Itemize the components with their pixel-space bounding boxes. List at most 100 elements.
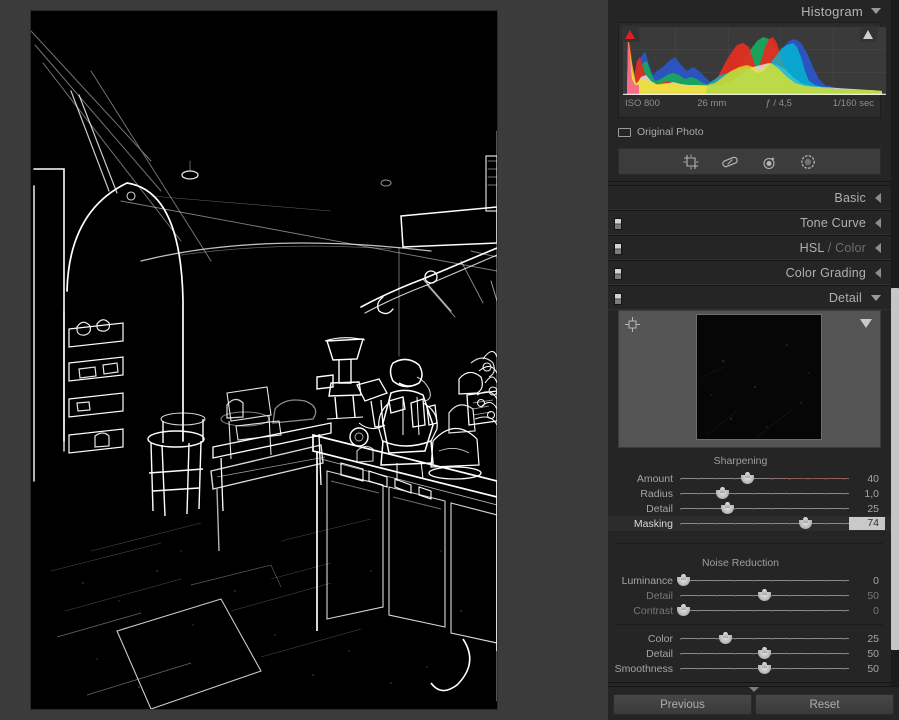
slider-row-nr-smoothness[interactable]: Smoothness 50 [608,661,891,676]
slider-value-color-detail[interactable]: 50 [849,648,885,660]
detail-preview-area[interactable] [618,310,881,448]
slider-track-amount[interactable] [680,471,849,486]
slider-label-color-detail: Detail [646,647,673,660]
detail-thumbnail-render [697,315,821,439]
panel-switch-hsl-color[interactable] [614,243,622,255]
slider-track-radius[interactable] [680,486,849,501]
original-photo-label: Original Photo [637,126,704,138]
slider-row-sharpening-radius[interactable]: Radius 1,0 [608,486,891,501]
slider-knob-luminance[interactable] [676,574,690,587]
slider-row-nr-detail[interactable]: Detail 50 [608,588,891,603]
slider-value-masking[interactable]: 74 [849,517,885,530]
section-header-hsl-color[interactable]: HSL / Color [608,235,891,260]
slider-row-sharpening-masking[interactable]: Masking 74 [608,516,891,531]
slider-knob-nr-contrast[interactable] [676,604,690,617]
slider-row-nr-color-detail[interactable]: Detail 50 [608,646,891,661]
slider-row-nr-contrast[interactable]: Contrast 0 [608,603,891,618]
slider-track-masking[interactable] [680,516,849,531]
slider-label-smoothness: Smoothness [614,662,673,675]
slider-value-radius[interactable]: 1,0 [849,488,885,500]
slider-track-color-detail[interactable] [680,646,849,661]
develop-canvas-area [0,0,608,720]
slider-knob-color-detail[interactable] [758,647,771,660]
slider-track-luminance[interactable] [676,573,849,588]
section-header-basic[interactable]: Basic [608,185,891,210]
develop-tool-strip [618,148,881,175]
slider-value-nr-detail[interactable]: 50 [849,590,885,602]
chevron-left-icon[interactable] [875,267,881,278]
slider-value-color[interactable]: 25 [849,633,885,645]
noise-reduction-title: Noise Reduction [701,557,780,569]
chevron-left-icon[interactable] [875,192,881,203]
slider-label-nr-detail: Detail [646,589,673,602]
section-header-detail[interactable]: Detail [608,285,891,310]
panel-switch-tone-curve[interactable] [614,218,622,230]
slider-label-luminance: Luminance [621,574,673,587]
histogram-chart [623,27,886,95]
slider-knob-sharpening-detail[interactable] [720,502,734,515]
dotted-circle-icon[interactable] [799,153,817,171]
crop-icon[interactable] [682,153,700,171]
panel-scrollbar-thumb[interactable] [891,288,899,650]
photo-edge-mask-render [31,11,497,709]
slider-track-nr-contrast[interactable] [676,603,849,618]
panel-switch-detail[interactable] [614,293,622,305]
slider-track-smoothness[interactable] [680,661,849,676]
slider-knob-amount[interactable] [741,472,755,485]
chevron-left-icon[interactable] [875,217,881,228]
rectangle-icon [618,127,631,137]
slider-knob-color[interactable] [719,632,733,645]
sharpening-title: Sharpening [713,455,768,467]
slider-label-radius: Radius [640,487,673,500]
divider [616,543,883,544]
section-label-hsl-color: HSL / Color [799,240,866,255]
slider-label-nr-contrast: Contrast [633,604,673,617]
target-crosshair-icon[interactable] [625,317,640,332]
slider-knob-radius[interactable] [715,487,729,500]
slider-value-smoothness[interactable]: 50 [849,663,885,675]
panel-scrollbar[interactable] [891,0,899,720]
chevron-down-icon[interactable] [871,294,881,301]
slider-value-luminance[interactable]: 0 [849,575,885,587]
original-photo-toggle[interactable]: Original Photo [618,123,881,141]
slider-knob-masking[interactable] [798,517,812,530]
slider-row-nr-color[interactable]: Color 25 [608,631,891,646]
section-header-color-grading[interactable]: Color Grading [608,260,891,285]
triangle-down-icon[interactable] [860,319,872,328]
chevron-up-icon[interactable] [749,687,759,692]
slider-value-sharpening-detail[interactable]: 25 [849,503,885,515]
chevron-left-icon[interactable] [875,242,881,253]
shadow-clipping-indicator[interactable] [622,26,639,42]
slider-row-sharpening-amount[interactable]: Amount 40 [608,471,891,486]
bandaid-icon[interactable] [721,153,739,171]
reset-button[interactable]: Reset [755,694,894,715]
photo-preview[interactable] [31,11,497,709]
previous-button[interactable]: Previous [613,694,752,715]
slider-label-amount: Amount [636,472,673,485]
slider-track-color[interactable] [680,631,849,646]
slider-value-amount[interactable]: 40 [849,473,885,485]
slider-knob-nr-detail[interactable] [758,589,771,602]
sharpening-group: Sharpening Amount 40 Radius 1,0 Detail 2… [608,448,891,537]
slider-row-sharpening-detail[interactable]: Detail 25 [608,501,891,516]
section-label-color-grading: Color Grading [785,265,866,280]
histogram-header[interactable]: Histogram [608,0,891,22]
slider-row-nr-luminance[interactable]: Luminance 0 [608,573,891,588]
red-eye-icon[interactable] [760,153,778,171]
slider-value-nr-contrast[interactable]: 0 [849,605,885,617]
section-header-tone-curve[interactable]: Tone Curve [608,210,891,235]
section-label-basic: Basic [834,190,866,205]
exif-iso: ISO 800 [625,98,660,109]
detail-zoom-thumbnail[interactable] [696,314,822,440]
exif-aperture: ƒ / 4,5 [765,98,792,109]
slider-label-sharpening-detail: Detail [646,502,673,515]
highlight-clipping-indicator[interactable] [860,26,877,42]
panel-switch-color-grading[interactable] [614,268,622,280]
slider-track-nr-detail[interactable] [680,588,849,603]
slider-track-sharpening-detail[interactable] [680,501,849,516]
section-label-tone-curve: Tone Curve [800,215,866,230]
chevron-down-icon[interactable] [871,8,881,14]
develop-right-panel: Histogram ISO 800 26 mm ƒ / 4,5 1/160 se… [608,0,899,720]
slider-knob-smoothness[interactable] [758,662,771,675]
histogram-panel[interactable]: ISO 800 26 mm ƒ / 4,5 1/160 sec [618,22,886,118]
